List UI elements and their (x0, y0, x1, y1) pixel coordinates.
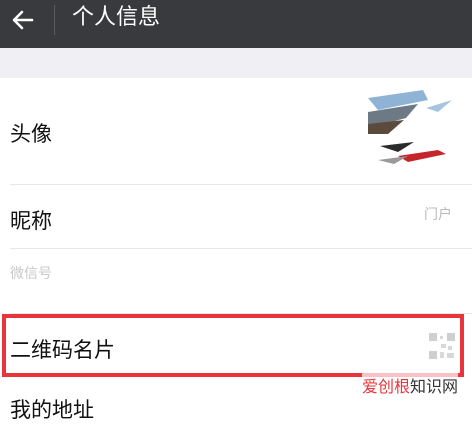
watermark-suffix: 知识网 (409, 377, 458, 396)
avatar[interactable] (368, 90, 458, 170)
avatar-image (368, 90, 458, 170)
arrow-left-icon (12, 10, 34, 30)
section-gap (0, 48, 472, 78)
header-divider (54, 5, 55, 35)
wechat-id-row[interactable]: 微信号 (0, 249, 472, 313)
app-header: 个人信息 (0, 0, 472, 48)
watermark-brand: 爱创根 (361, 377, 410, 396)
wechat-id-label: 微信号 (10, 266, 52, 282)
page-title: 个人信息 (72, 5, 161, 30)
address-label: 我的地址 (10, 398, 94, 422)
nickname-label: 昵称 (10, 209, 52, 233)
watermark: 爱创根知识网 (361, 373, 458, 397)
qrcode-highlight-box (2, 314, 464, 377)
nickname-value: 门户 (424, 207, 452, 223)
avatar-label: 头像 (10, 122, 52, 146)
back-button[interactable] (0, 0, 46, 40)
nickname-row[interactable]: 昵称 (0, 185, 472, 248)
